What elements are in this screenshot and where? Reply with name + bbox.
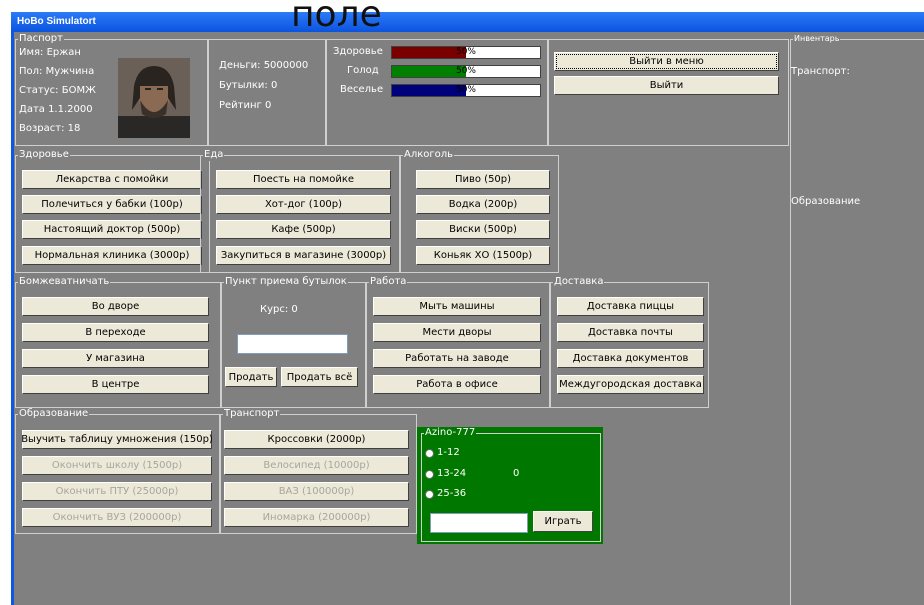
bottles-group: Пункт приема бутылок Курс: 0 Продать Про…: [221, 276, 366, 408]
casino-group: Azino-777 1-12 13-24 0 25-36 Играть: [421, 427, 601, 542]
radio-25-36-label: 25-36: [437, 488, 467, 499]
vaz-car-button[interactable]: ВАЗ (100000р): [224, 482, 409, 501]
bottle-rate-label: Курс: 0: [260, 304, 298, 315]
work-group: Работа Мыть машины Мести дворы Работать …: [366, 276, 550, 408]
transport-group-caption: Транспорт: [223, 408, 281, 420]
transport-group: Транспорт Кроссовки (2000р) Велосипед (1…: [220, 408, 417, 534]
beg-yard-button[interactable]: Во дворе: [22, 297, 209, 316]
hunger-label: Голод: [347, 65, 379, 76]
health-group: Здоровье Лекарства с помойки Полечиться …: [15, 149, 210, 273]
health-group-caption: Здоровье: [18, 149, 70, 161]
money-label: Деньги: 5000000: [219, 60, 309, 71]
sell-button[interactable]: Продать: [225, 367, 277, 387]
vodka-button[interactable]: Водка (200р): [416, 195, 550, 214]
wash-cars-button[interactable]: Мыть машины: [373, 297, 541, 316]
normal-clinic-button[interactable]: Нормальная клиника (3000р): [22, 246, 202, 265]
passport-gender: Пол: Мужчина: [19, 66, 95, 77]
health-bar-text: 50%: [455, 47, 476, 57]
beg-shop-button[interactable]: У магазина: [22, 349, 209, 368]
beg-underpass-button[interactable]: В переходе: [22, 323, 209, 342]
beg-center-button[interactable]: В центре: [22, 375, 209, 394]
passport-caption: Паспорт: [18, 33, 64, 45]
pizza-delivery-button[interactable]: Доставка пиццы: [557, 297, 704, 316]
cafe-button[interactable]: Кафе (500р): [216, 220, 391, 239]
avatar: [118, 58, 190, 138]
food-group: Еда Поесть на помойке Хот-дог (100р) Каф…: [200, 149, 400, 273]
health-bar: 50%: [391, 46, 541, 59]
exit-button[interactable]: Выйти: [554, 76, 779, 95]
casino-result: 0: [513, 468, 520, 479]
mail-delivery-button[interactable]: Доставка почты: [557, 323, 704, 342]
bicycle-button[interactable]: Велосипед (10000р): [224, 456, 409, 475]
finish-university-button[interactable]: Окончить ВУЗ (200000р): [22, 508, 212, 527]
overlay-caption: поле: [291, 0, 382, 35]
hunger-bar: 50%: [391, 65, 541, 78]
delivery-group: Доставка Доставка пиццы Доставка почты Д…: [550, 276, 709, 408]
begging-group: Бомжеватничать Во дворе В переходе У маг…: [15, 276, 221, 408]
client-area: Паспорт Имя: Ержан Пол: Мужчина Статус: …: [14, 32, 924, 605]
radio-13-24[interactable]: [425, 470, 434, 479]
inventory-transport: Транспорт:: [791, 66, 850, 77]
factory-work-button[interactable]: Работать на заводе: [373, 349, 541, 368]
stats-group: Здоровье 50% Голод 50% Веселье 50%: [326, 39, 548, 146]
radio-13-24-label: 13-24: [437, 468, 467, 479]
radio-1-12[interactable]: [425, 449, 434, 458]
finish-college-button[interactable]: Окончить ПТУ (25000р): [22, 482, 212, 501]
alcohol-group-caption: Алкоголь: [403, 149, 455, 161]
bottles-group-caption: Пункт приема бутылок: [224, 276, 348, 288]
passport-status: Статус: БОМЖ: [19, 85, 96, 96]
hunger-bar-text: 50%: [455, 66, 476, 76]
app-window: HoBo Simulatort Паспорт Имя: Ержан Пол: …: [11, 12, 924, 605]
radio-25-36[interactable]: [425, 490, 434, 499]
menu-group: Выйти в меню Выйти: [548, 39, 789, 146]
sell-all-button[interactable]: Продать всё: [281, 367, 358, 387]
radio-1-12-label: 1-12: [437, 447, 460, 458]
play-button[interactable]: Играть: [533, 511, 593, 532]
casino-caption: Azino-777: [424, 427, 477, 439]
passport-date: Дата 1.1.2000: [19, 104, 93, 115]
grandma-heal-button[interactable]: Полечиться у бабки (100р): [22, 195, 202, 214]
fun-bar-text: 50%: [455, 85, 476, 95]
passport-age: Возраст: 18: [19, 123, 81, 134]
foreign-car-button[interactable]: Иномарка (200000р): [224, 508, 409, 527]
education-group-caption: Образование: [18, 408, 90, 420]
rating-label: Рейтинг 0: [219, 100, 272, 111]
education-group: Образование Выучить таблицу умножения (1…: [15, 408, 220, 534]
begging-group-caption: Бомжеватничать: [18, 276, 111, 288]
fun-bar: 50%: [391, 84, 541, 97]
fun-label: Веселье: [340, 84, 384, 95]
cognac-button[interactable]: Коньяк ХО (1500р): [416, 246, 550, 265]
food-group-caption: Еда: [203, 149, 225, 161]
office-work-button[interactable]: Работа в офисе: [373, 375, 541, 394]
inventory-caption: Инвентарь: [793, 33, 841, 45]
finish-school-button[interactable]: Окончить школу (1500р): [22, 456, 212, 475]
whisky-button[interactable]: Виски (500р): [416, 220, 550, 239]
alcohol-group: Алкоголь Пиво (50р) Водка (200р) Виски (…: [400, 149, 559, 273]
passport-name: Имя: Ержан: [19, 47, 81, 58]
real-doctor-button[interactable]: Настоящий доктор (500р): [22, 220, 202, 239]
medicine-dump-button[interactable]: Лекарства с помойки: [22, 170, 202, 189]
bottle-quantity-input[interactable]: [237, 334, 348, 354]
casino-panel: Azino-777 1-12 13-24 0 25-36 Играть: [417, 427, 603, 544]
title-bar[interactable]: HoBo Simulatort: [11, 12, 924, 32]
inventory-group: Инвентарь Транспорт: Образование: [790, 33, 924, 605]
beer-button[interactable]: Пиво (50р): [416, 170, 550, 189]
hotdog-button[interactable]: Хот-дог (100р): [216, 195, 391, 214]
eat-dump-button[interactable]: Поесть на помойке: [216, 170, 391, 189]
money-group: Деньги: 5000000 Бутылки: 0 Рейтинг 0: [208, 39, 326, 146]
sneakers-button[interactable]: Кроссовки (2000р): [224, 430, 409, 449]
shop-buy-button[interactable]: Закупиться в магазине (3000р): [216, 246, 391, 265]
window-title: HoBo Simulatort: [17, 16, 96, 27]
inventory-education: Образование: [791, 196, 861, 207]
sweep-yards-button[interactable]: Мести дворы: [373, 323, 541, 342]
bottles-label: Бутылки: 0: [219, 80, 278, 91]
work-group-caption: Работа: [369, 276, 408, 288]
health-label: Здоровье: [333, 46, 383, 57]
multiplication-table-button[interactable]: Выучить таблицу умножения (150р): [21, 430, 213, 449]
intercity-delivery-button[interactable]: Междугородская доставка: [557, 375, 704, 394]
documents-delivery-button[interactable]: Доставка документов: [557, 349, 704, 368]
bet-input[interactable]: [430, 513, 528, 533]
exit-to-menu-button[interactable]: Выйти в меню: [554, 52, 779, 71]
delivery-group-caption: Доставка: [553, 276, 605, 288]
